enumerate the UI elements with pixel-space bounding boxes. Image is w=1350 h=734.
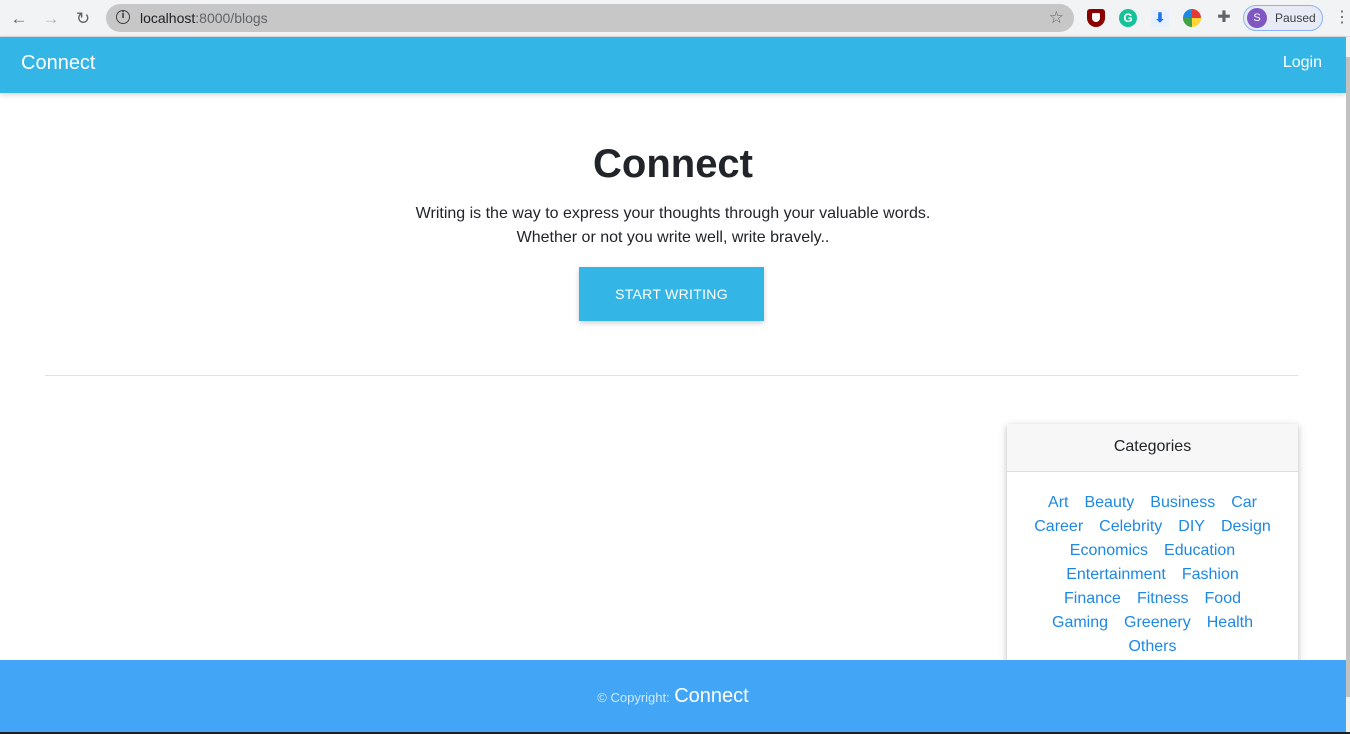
bookmark-star-icon[interactable]: ☆ [1049,8,1064,28]
address-bar[interactable]: i localhost:8000/blogs ☆ [106,4,1074,32]
category-link[interactable]: DIY [1178,515,1205,539]
profile-button[interactable]: S Paused [1243,5,1323,31]
category-link[interactable]: Entertainment [1066,563,1166,587]
categories-header: Categories [1007,424,1298,472]
navbar: Connect Login [0,37,1346,93]
category-link[interactable]: Design [1221,515,1271,539]
site-info-icon[interactable]: i [116,10,130,24]
category-link[interactable]: Health [1207,611,1253,635]
browser-menu-icon[interactable]: ⋮ [1334,8,1350,28]
footer: © Copyright: Connect [0,660,1346,732]
category-link[interactable]: Gaming [1052,611,1108,635]
footer-copyright: © Copyright: Connect [0,685,1346,708]
category-link[interactable]: Finance [1064,587,1121,611]
navbar-brand[interactable]: Connect [21,52,96,75]
download-extension-icon[interactable]: ⬇ [1151,9,1169,27]
profile-status: Paused [1275,11,1316,25]
divider [45,375,1298,376]
page-title: Connect [593,142,753,186]
category-link[interactable]: Beauty [1084,491,1134,515]
reload-icon[interactable]: ↻ [72,8,94,30]
extensions-puzzle-icon[interactable]: ✚ [1215,9,1233,27]
category-link[interactable]: Car [1231,491,1257,515]
categories-card: Categories Art Beauty Business Car Career Ce… [1007,424,1298,684]
avatar: S [1247,8,1267,28]
category-link[interactable]: Art [1048,491,1068,515]
category-link[interactable]: Fashion [1182,563,1239,587]
category-list: Art Beauty Business Car Career Celebrity DIY D… [1007,472,1298,659]
shield-extension-icon[interactable] [1087,9,1105,27]
color-picker-extension-icon[interactable] [1183,9,1201,27]
start-writing-button[interactable]: START WRITING [579,267,764,321]
back-icon[interactable]: ← [8,8,30,30]
grammarly-extension-icon[interactable]: G [1119,9,1137,27]
category-link[interactable]: Business [1150,491,1215,515]
category-link[interactable]: Celebrity [1099,515,1162,539]
footer-brand-link[interactable]: Connect [674,685,749,707]
category-link[interactable]: Economics [1070,539,1148,563]
scrollbar-thumb[interactable] [1346,57,1350,697]
category-link[interactable]: Education [1164,539,1235,563]
tagline-line-2: Whether or not you write well, write bra… [516,229,830,246]
category-link[interactable]: Fitness [1137,587,1189,611]
category-link[interactable]: Career [1034,515,1083,539]
category-link[interactable]: Greenery [1124,611,1191,635]
url-text[interactable]: localhost:8000/blogs [140,10,268,26]
browser-toolbar: ← → ↻ i localhost:8000/blogs ☆ G ⬇ ✚ S P… [0,0,1350,37]
category-link[interactable]: Food [1205,587,1241,611]
forward-icon[interactable]: → [40,8,62,30]
hero-section: Connect Writing is the way to express yo… [0,140,1346,250]
tagline: Writing is the way to express your thoug… [0,202,1346,250]
login-link[interactable]: Login [1283,54,1322,72]
copyright-text: © Copyright: [597,690,670,705]
page-scrollbar[interactable] [1346,37,1350,734]
tagline-line-1: Writing is the way to express your thoug… [415,205,931,222]
category-link[interactable]: Others [1128,635,1176,659]
